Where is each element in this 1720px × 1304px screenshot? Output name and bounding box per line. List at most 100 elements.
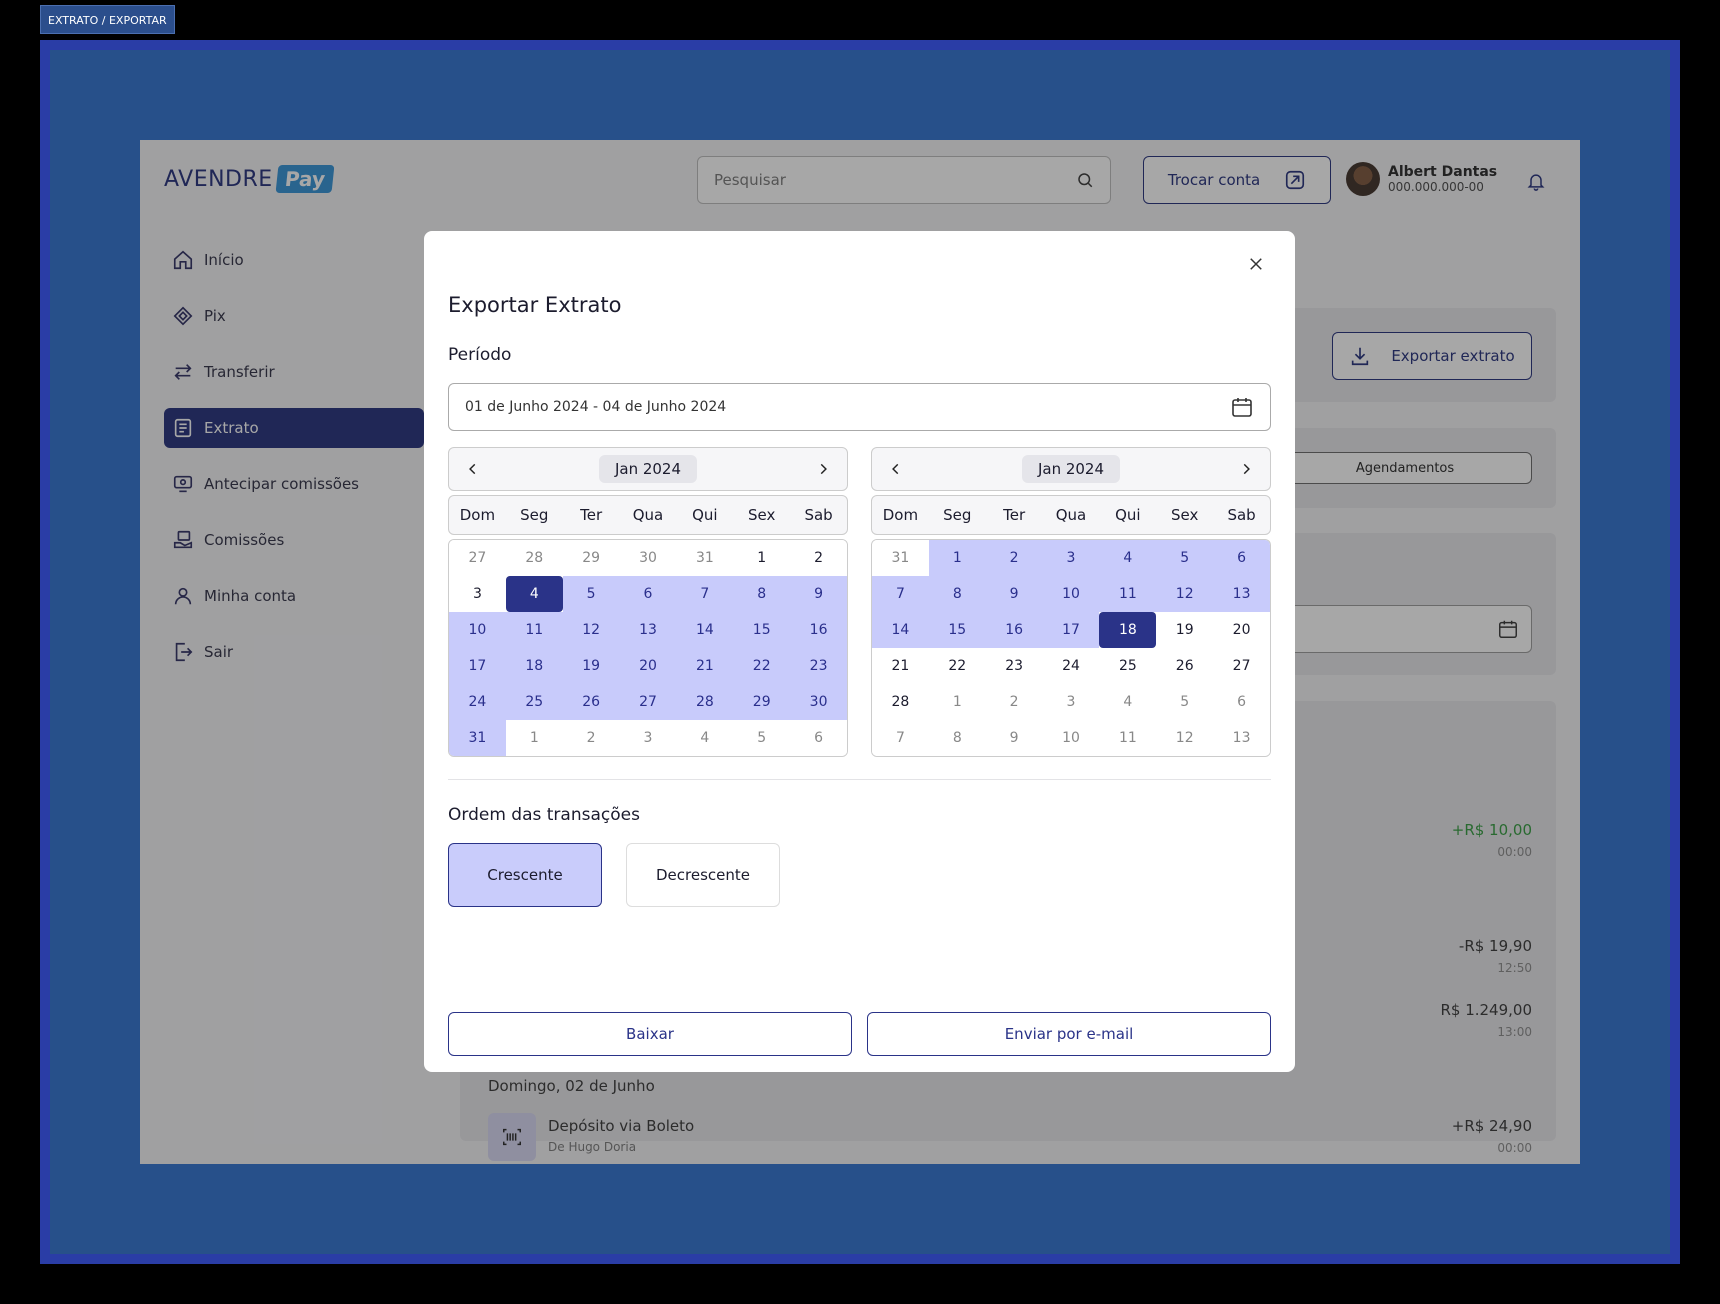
calendar-day[interactable]: 13 [1213, 576, 1270, 612]
calendar-day-outside[interactable]: 4 [676, 720, 734, 756]
calendar-day-outside[interactable]: 9 [985, 720, 1043, 756]
calendar-day[interactable]: 25 [1099, 648, 1157, 684]
calendar-day-outside[interactable]: 29 [562, 540, 620, 576]
calendar-day-outside[interactable]: 10 [1042, 720, 1100, 756]
calendar-day[interactable]: 30 [790, 684, 847, 720]
calendar-day[interactable]: 7 [872, 576, 929, 612]
calendar-day[interactable]: 5 [562, 576, 620, 612]
date-range-input[interactable]: 01 de Junho 2024 - 04 de Junho 2024 [448, 383, 1271, 431]
calendar-day[interactable]: 8 [928, 576, 986, 612]
calendar-day-outside[interactable]: 3 [1042, 684, 1100, 720]
calendar-day-outside[interactable]: 6 [1213, 684, 1270, 720]
calendar-day[interactable]: 28 [872, 684, 929, 720]
calendar-day[interactable]: 22 [733, 648, 791, 684]
calendar-day-outside[interactable]: 2 [562, 720, 620, 756]
calendar-day-outside[interactable]: 31 [676, 540, 734, 576]
calendar-day[interactable]: 14 [676, 612, 734, 648]
calendar-day[interactable]: 31 [449, 720, 506, 756]
calendar-day[interactable]: 10 [1042, 576, 1100, 612]
prev-month-button[interactable] [461, 457, 485, 481]
calendar-day[interactable]: 19 [562, 648, 620, 684]
calendar-day[interactable]: 18 [505, 648, 563, 684]
calendar-day[interactable]: 7 [676, 576, 734, 612]
calendar-day[interactable]: 14 [872, 612, 929, 648]
calendar-day[interactable]: 9 [985, 576, 1043, 612]
calendar-day[interactable]: 15 [733, 612, 791, 648]
calendar-day[interactable]: 10 [449, 612, 506, 648]
calendar-day[interactable]: 24 [449, 684, 506, 720]
calendar-day-outside[interactable]: 3 [619, 720, 677, 756]
calendar-day[interactable]: 17 [449, 648, 506, 684]
calendar-day[interactable]: 27 [1213, 648, 1270, 684]
calendar-day[interactable]: 15 [928, 612, 986, 648]
calendar-day[interactable]: 20 [1213, 612, 1270, 648]
calendar-day[interactable]: 21 [872, 648, 929, 684]
calendar-day[interactable]: 25 [505, 684, 563, 720]
calendar-day-outside[interactable]: 30 [619, 540, 677, 576]
calendar-day[interactable]: 3 [449, 576, 506, 612]
download-button[interactable]: Baixar [448, 1012, 852, 1056]
calendar-day[interactable]: 29 [733, 684, 791, 720]
calendar-day[interactable]: 21 [676, 648, 734, 684]
calendar-day-outside[interactable]: 27 [449, 540, 506, 576]
calendar-day[interactable]: 27 [619, 684, 677, 720]
calendar-day[interactable]: 12 [562, 612, 620, 648]
calendar-day[interactable]: 17 [1042, 612, 1100, 648]
calendar-day-outside[interactable]: 2 [985, 684, 1043, 720]
calendar-day[interactable]: 4 [1099, 540, 1157, 576]
calendar-day[interactable]: 16 [790, 612, 847, 648]
calendar-day[interactable]: 28 [676, 684, 734, 720]
calendar-day-outside[interactable]: 6 [790, 720, 847, 756]
calendar-icon[interactable] [1230, 395, 1254, 419]
calendar-day-outside[interactable]: 7 [872, 720, 929, 756]
calendar-day[interactable]: 19 [1156, 612, 1214, 648]
calendar-day[interactable]: 12 [1156, 576, 1214, 612]
calendar-day[interactable]: 13 [619, 612, 677, 648]
calendar-day-outside[interactable]: 4 [1099, 684, 1157, 720]
calendar-day[interactable]: 23 [985, 648, 1043, 684]
calendar-day-outside[interactable]: 13 [1213, 720, 1270, 756]
order-ascending-option[interactable]: Crescente [448, 843, 602, 907]
calendar-day[interactable]: 5 [1156, 540, 1214, 576]
send-email-button[interactable]: Enviar por e-mail [867, 1012, 1271, 1056]
calendar-day[interactable]: 11 [505, 612, 563, 648]
calendar-day-outside[interactable]: 1 [928, 684, 986, 720]
month-label[interactable]: Jan 2024 [598, 455, 698, 483]
calendar-day[interactable]: 2 [790, 540, 847, 576]
calendar-day[interactable]: 1 [928, 540, 986, 576]
calendar-day-outside[interactable]: 8 [928, 720, 986, 756]
month-label[interactable]: Jan 2024 [1021, 455, 1121, 483]
calendar-day[interactable]: 26 [1156, 648, 1214, 684]
calendar-day[interactable]: 6 [619, 576, 677, 612]
calendar-day[interactable]: 22 [928, 648, 986, 684]
calendar-day-outside[interactable]: 5 [733, 720, 791, 756]
calendar-day[interactable]: 23 [790, 648, 847, 684]
calendar-day-selected[interactable]: 4 [505, 576, 563, 612]
next-month-button[interactable] [1234, 457, 1258, 481]
close-button[interactable] [1241, 249, 1271, 279]
weekday-label: Dom [459, 506, 496, 524]
calendar-day-outside[interactable]: 11 [1099, 720, 1157, 756]
calendar-day[interactable]: 26 [562, 684, 620, 720]
calendar-day[interactable]: 6 [1213, 540, 1270, 576]
calendar-day[interactable]: 9 [790, 576, 847, 612]
calendar-day-outside[interactable]: 1 [505, 720, 563, 756]
calendar-day[interactable]: 1 [733, 540, 791, 576]
calendar-day-selected[interactable]: 18 [1099, 612, 1157, 648]
prev-month-button[interactable] [884, 457, 908, 481]
calendar-day-outside[interactable]: 31 [872, 540, 929, 576]
calendar-day[interactable]: 8 [733, 576, 791, 612]
calendar-day[interactable]: 20 [619, 648, 677, 684]
next-month-button[interactable] [811, 457, 835, 481]
weekday-label: Sex [748, 506, 776, 524]
calendar-day[interactable]: 16 [985, 612, 1043, 648]
calendar-day[interactable]: 2 [985, 540, 1043, 576]
calendar-day-outside[interactable]: 28 [505, 540, 563, 576]
calendar-day[interactable]: 11 [1099, 576, 1157, 612]
calendar-day[interactable]: 3 [1042, 540, 1100, 576]
calendar-day-outside[interactable]: 12 [1156, 720, 1214, 756]
calendar-day-outside[interactable]: 5 [1156, 684, 1214, 720]
order-descending-option[interactable]: Decrescente [626, 843, 780, 907]
calendar-day[interactable]: 24 [1042, 648, 1100, 684]
chevron-right-icon [820, 463, 827, 475]
